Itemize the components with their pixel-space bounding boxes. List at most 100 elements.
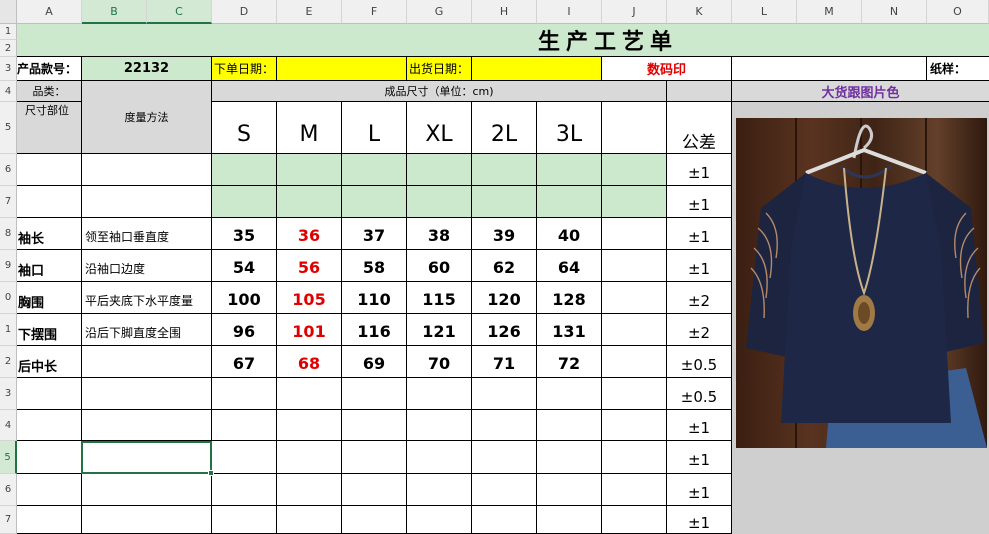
column-header-d[interactable]: D (212, 0, 277, 24)
part-cell-blank[interactable] (17, 186, 82, 218)
tolerance-cell[interactable]: ±0.5 (667, 346, 732, 378)
value-cell-3l[interactable]: 64 (537, 250, 602, 282)
value-cell-l[interactable]: 37 (342, 218, 407, 250)
value-cell-blank[interactable] (537, 441, 602, 474)
photo-header[interactable]: 大货跟图片色 (732, 81, 989, 102)
method-cell-blank[interactable] (82, 154, 212, 186)
select-all-corner[interactable] (0, 0, 17, 24)
value-cell-blank[interactable] (277, 186, 342, 218)
tolerance-cell[interactable]: ±0.5 (667, 378, 732, 410)
value-cell-blank[interactable] (277, 506, 342, 534)
tolerance-cell[interactable]: ±1 (667, 186, 732, 218)
row-header-13[interactable]: 3 (0, 378, 17, 410)
part-label[interactable]: 尺寸部位 (17, 102, 82, 154)
value-cell-m[interactable]: 101 (277, 314, 342, 346)
value-cell-blank[interactable] (472, 474, 537, 506)
value-cell-blank[interactable] (537, 474, 602, 506)
value-cell-3l[interactable]: 131 (537, 314, 602, 346)
value-cell-blank[interactable] (342, 378, 407, 410)
row-header-4[interactable]: 4 (0, 81, 17, 102)
value-cell-l[interactable]: 69 (342, 346, 407, 378)
value-cell-blank[interactable] (342, 506, 407, 534)
part-cell-blank[interactable] (17, 506, 82, 534)
size-header-blank[interactable] (602, 102, 667, 154)
value-cell-blank[interactable] (537, 506, 602, 534)
column-header-h[interactable]: H (472, 0, 537, 24)
row-header-14[interactable]: 4 (0, 410, 17, 441)
row-header-2[interactable]: 2 (0, 40, 17, 57)
part-cell[interactable]: 袖口 (17, 250, 82, 282)
value-cell-2l[interactable]: 120 (472, 282, 537, 314)
value-cell-m[interactable]: 36 (277, 218, 342, 250)
tolerance-cell[interactable]: ±1 (667, 154, 732, 186)
value-cell-blank[interactable] (277, 378, 342, 410)
value-cell-blank[interactable] (342, 186, 407, 218)
product-no-value[interactable]: 22132 (82, 57, 212, 81)
column-header-f[interactable]: F (342, 0, 407, 24)
value-cell-blank[interactable] (407, 410, 472, 441)
value-cell-2l[interactable]: 39 (472, 218, 537, 250)
value-cell-s[interactable]: 35 (212, 218, 277, 250)
part-cell[interactable]: 下摆围 (17, 314, 82, 346)
value-cell-blank[interactable] (602, 378, 667, 410)
row-header-16[interactable]: 6 (0, 474, 17, 506)
value-cell-blank[interactable] (602, 250, 667, 282)
column-header-m[interactable]: M (797, 0, 862, 24)
column-header-j[interactable]: J (602, 0, 667, 24)
value-cell-s[interactable]: 67 (212, 346, 277, 378)
size-header-l[interactable]: L (342, 102, 407, 154)
value-cell-blank[interactable] (277, 474, 342, 506)
column-header-n[interactable]: N (862, 0, 927, 24)
tolerance-header[interactable]: 公差 (667, 102, 732, 154)
column-header-o[interactable]: O (927, 0, 989, 24)
row-header-12[interactable]: 2 (0, 346, 17, 378)
row-header-6[interactable]: 6 (0, 154, 17, 186)
row-header-15[interactable]: 5 (0, 441, 17, 474)
tolerance-cell[interactable]: ±1 (667, 506, 732, 534)
value-cell-blank[interactable] (602, 474, 667, 506)
row-header-17[interactable]: 7 (0, 506, 17, 534)
method-cell[interactable]: 沿袖口边度 (82, 250, 212, 282)
value-cell-blank[interactable] (472, 506, 537, 534)
part-cell[interactable]: 袖长 (17, 218, 82, 250)
value-cell-blank[interactable] (212, 154, 277, 186)
value-cell-blank[interactable] (472, 154, 537, 186)
order-date-value[interactable] (277, 57, 407, 81)
value-cell-xl[interactable]: 38 (407, 218, 472, 250)
value-cell-m[interactable]: 105 (277, 282, 342, 314)
value-cell-blank[interactable] (407, 378, 472, 410)
value-cell-xl[interactable]: 121 (407, 314, 472, 346)
row-header-8[interactable]: 8 (0, 218, 17, 250)
method-cell-blank[interactable] (82, 186, 212, 218)
column-header-b[interactable]: B (82, 0, 147, 24)
method-cell[interactable]: 领至袖口垂直度 (82, 218, 212, 250)
fill-handle[interactable] (208, 470, 214, 476)
product-no-label[interactable]: 产品款号： (17, 57, 82, 81)
part-cell-blank[interactable] (17, 154, 82, 186)
size-header[interactable]: 成品尺寸（单位：cm) (212, 81, 667, 102)
value-cell-blank[interactable] (602, 346, 667, 378)
method-cell[interactable] (82, 346, 212, 378)
column-header-i[interactable]: I (537, 0, 602, 24)
value-cell-blank[interactable] (472, 186, 537, 218)
row-header-7[interactable]: 7 (0, 186, 17, 218)
part-cell-blank[interactable] (17, 474, 82, 506)
method-label[interactable]: 度量方法 (82, 81, 212, 154)
value-cell-blank[interactable] (212, 186, 277, 218)
value-cell-s[interactable]: 100 (212, 282, 277, 314)
tolerance-cell[interactable]: ±1 (667, 410, 732, 441)
order-date-label[interactable]: 下单日期： (212, 57, 277, 81)
product-photo[interactable] (732, 102, 989, 534)
value-cell-blank[interactable] (472, 410, 537, 441)
print-type-cell[interactable]: 数码印 (602, 57, 732, 81)
value-cell-blank[interactable] (277, 410, 342, 441)
column-header-k[interactable]: K (667, 0, 732, 24)
selected-cell-outline[interactable] (81, 441, 212, 474)
method-cell-blank[interactable] (82, 506, 212, 534)
value-cell-m[interactable]: 68 (277, 346, 342, 378)
category-label[interactable]: 品类： (17, 81, 82, 102)
size-header-s[interactable]: S (212, 102, 277, 154)
value-cell-s[interactable]: 54 (212, 250, 277, 282)
value-cell-blank[interactable] (277, 154, 342, 186)
value-cell-l[interactable]: 58 (342, 250, 407, 282)
